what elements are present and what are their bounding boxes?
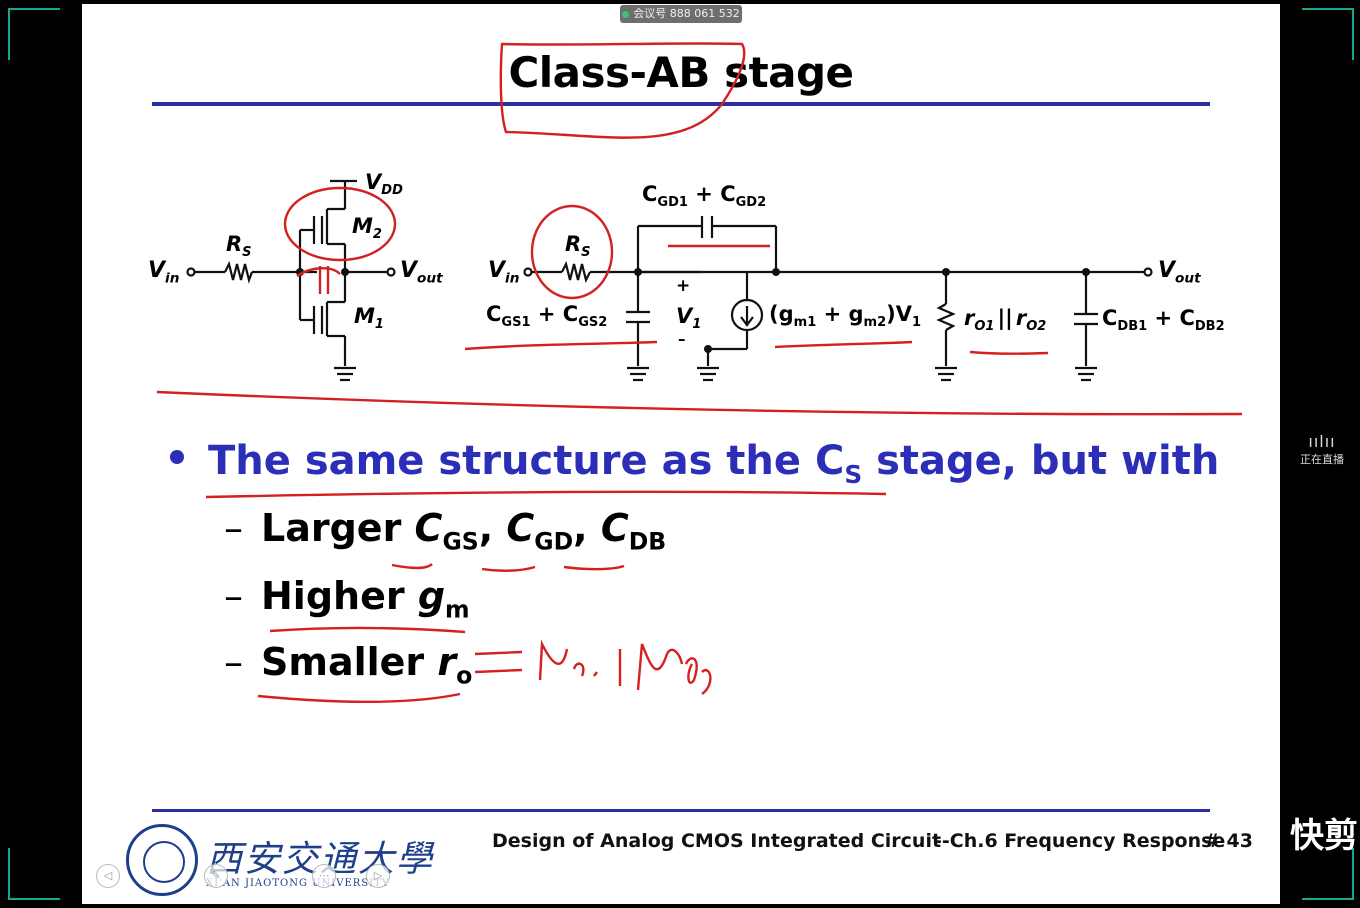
university-seal-icon [126,824,198,896]
gm-label: (gm1 + gm2)V1 [769,302,922,331]
footer-rule [152,809,1210,812]
page-number: # 43 [1204,830,1253,852]
vin-label-right: Vin [488,258,520,287]
vdd-label: VDD [365,170,403,199]
v1-minus: – [678,330,686,348]
sub-item-higher: – Higher gm [224,574,470,624]
cdb-label: CDB1 + CDB2 [1102,306,1225,335]
cgs-label: CGS1 + CGS2 [486,302,608,331]
vout-label-right: Vout [1158,258,1201,287]
ro-label: rO1 || rO2 [964,306,1047,335]
sub-item-smaller: – Smaller ro [224,640,473,690]
live-dot-icon [622,10,630,18]
v1-label: V1 [676,304,702,333]
more-options-button[interactable]: ⋯ [312,864,336,888]
frame-corner-tl [8,8,60,60]
live-label: 正在直播 [1300,453,1344,466]
meeting-id-badge: 会议号 888 061 532 [620,5,742,23]
live-indicator[interactable]: ıılıı 正在直播 [1296,432,1348,467]
university-name-en: XI'AN JIAOTONG UNIVERSITY [206,878,390,889]
rs-label-left: RS [226,232,252,261]
app-logo: 快剪 [1290,816,1358,856]
slide: Class-AB stage VDD M2 M1 RS Vin Vout Vin… [82,4,1280,904]
vout-label-left: Vout [400,258,443,287]
bullet-dot [170,450,184,464]
audio-wave-icon: ıılıı [1308,432,1336,451]
v1-plus: + [676,276,691,296]
bullet-main: The same structure as the CS stage, but … [170,438,1219,489]
cgd-label: CGD1 + CGD2 [642,182,767,211]
m2-label: M2 [352,214,382,243]
footer-course: Design of Analog CMOS Integrated Circuit [492,830,942,852]
m1-label: M1 [354,304,384,333]
frame-corner-tr [1302,8,1354,60]
vin-label-left: Vin [148,258,180,287]
footer-chapter: --Ch.6 Frequency Response [934,830,1226,852]
frame-corner-bl [8,848,60,900]
rs-label-right: RS [565,232,591,261]
prev-slide-button[interactable]: ◁ [96,864,120,888]
sub-item-larger: – Larger CGS, CGD, CDB [224,506,667,556]
pen-tool-button[interactable]: ✎ [204,864,228,888]
next-slide-button[interactable]: ▷ [366,864,390,888]
